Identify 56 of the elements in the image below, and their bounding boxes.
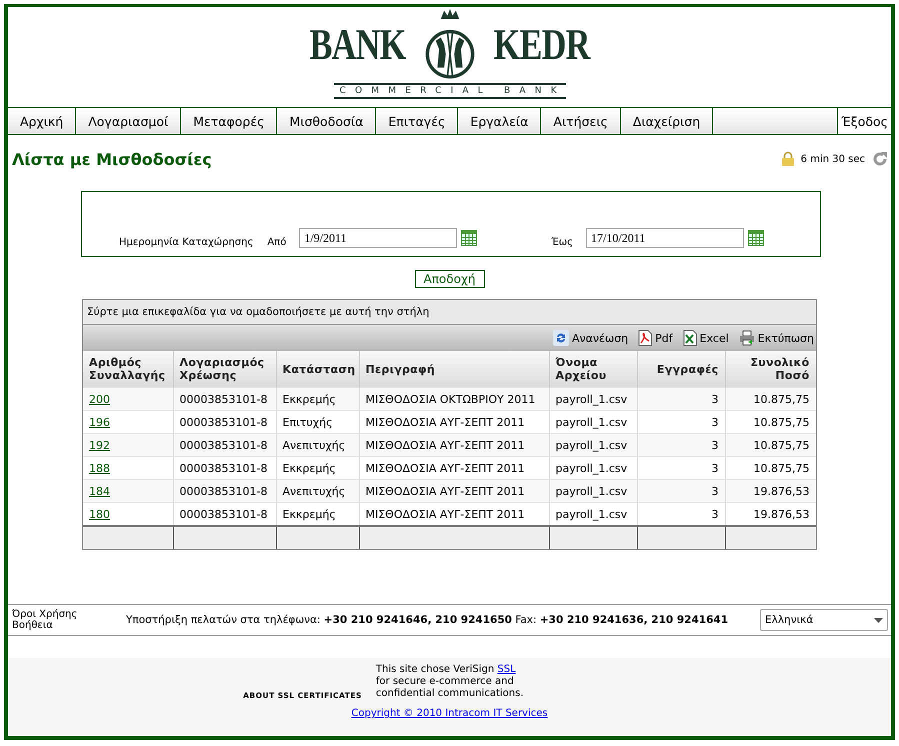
ssl-text: This site chose VeriSign SSL for secure e-commerce and confidential communications.	[376, 664, 525, 700]
page-title: Λίστα με Μισθοδοσίες	[12, 150, 213, 168]
column-header[interactable]: Περιγραφή	[359, 351, 549, 388]
nav-item[interactable]: Αρχική	[8, 108, 76, 134]
transaction-link[interactable]: 184	[89, 484, 110, 498]
nav-item[interactable]: Διαχείριση	[620, 108, 714, 134]
footer-link[interactable]: Βοήθεια	[12, 620, 126, 631]
toolbar-button[interactable]: Ανανέωση	[552, 330, 628, 346]
toolbar-button[interactable]: Excel	[682, 330, 729, 346]
footer-link[interactable]: Όροι Χρήσης	[12, 609, 126, 620]
group-by-panel: Σύρτε μια επικεφαλίδα για να ομαδοποιήσετε με αυτή την στήλη	[83, 300, 816, 325]
transaction-link[interactable]: 192	[89, 438, 110, 452]
nav-item[interactable]: Μισθοδοσία	[277, 108, 376, 134]
nav-item[interactable]: Επιταγές	[376, 108, 458, 134]
calendar-button[interactable]	[461, 230, 480, 248]
logout-link[interactable]: Έξοδος	[837, 108, 891, 134]
printer-icon	[738, 330, 755, 346]
calendar-button[interactable]	[748, 230, 766, 248]
calendar-icon	[461, 230, 478, 246]
transaction-link[interactable]: 196	[89, 416, 110, 428]
column-header[interactable]: Όνομα Αρχείου	[549, 351, 637, 388]
refresh-icon	[552, 330, 569, 346]
column-header[interactable]: Συνολικό Ποσό	[725, 351, 816, 388]
toolbar-button[interactable]: Pdf	[638, 330, 673, 346]
accept-button[interactable]: Αποδοχή	[414, 270, 484, 288]
to-date-field[interactable]: 17/10/2011	[586, 228, 744, 248]
calendar-icon	[748, 230, 764, 246]
logo-text: KEDR	[493, 25, 590, 65]
copyright-link[interactable]: Copyright © 2010 Intracom IT Services	[351, 708, 548, 719]
excel-file-icon	[682, 330, 697, 346]
padlock-icon	[780, 151, 795, 167]
transaction-link[interactable]: 188	[89, 462, 110, 474]
nav-item[interactable]: Μεταφορές	[181, 108, 278, 134]
language-select[interactable]: Ελληνικά	[760, 609, 888, 631]
from-date-field[interactable]: 1/9/2011	[299, 228, 458, 248]
nav-item[interactable]: Εργαλεία	[458, 108, 542, 134]
from-label: Από	[267, 237, 286, 248]
nav-item[interactable]: Αιτήσεις	[541, 108, 621, 134]
support-text: Υποστήριξη πελατών στα τηλέφωνα: +30 210 9241646, 210 9241650 Fax: +30 210 9241636, 210 9241641	[126, 614, 730, 626]
pdf-file-icon	[638, 330, 652, 346]
refresh-icon[interactable]	[871, 150, 889, 168]
column-header[interactable]: Κατάσταση	[276, 351, 359, 388]
toolbar-button[interactable]: Εκτύπωση	[738, 330, 814, 346]
logo-text: BANK	[310, 25, 406, 65]
column-header[interactable]: Λογαριασμός Χρέωσης	[173, 351, 276, 388]
to-label: Έως	[551, 237, 574, 248]
logo-tagline: COMMERCIAL BANK	[334, 83, 566, 99]
transaction-link[interactable]: 200	[89, 392, 110, 406]
caret-icon	[874, 618, 883, 622]
date-label: Ημερομηνία Καταχώρησης	[119, 237, 254, 248]
ssl-link[interactable]: SSL	[497, 664, 516, 675]
column-header[interactable]: Εγγραφές	[637, 351, 725, 388]
session-timer: 6 min 30 sec	[800, 154, 865, 164]
transaction-link[interactable]: 180	[89, 508, 110, 520]
column-header[interactable]: Αριθμός Συναλλαγής	[83, 351, 173, 388]
nav-item[interactable]: Λογαριασμοί	[76, 108, 182, 134]
